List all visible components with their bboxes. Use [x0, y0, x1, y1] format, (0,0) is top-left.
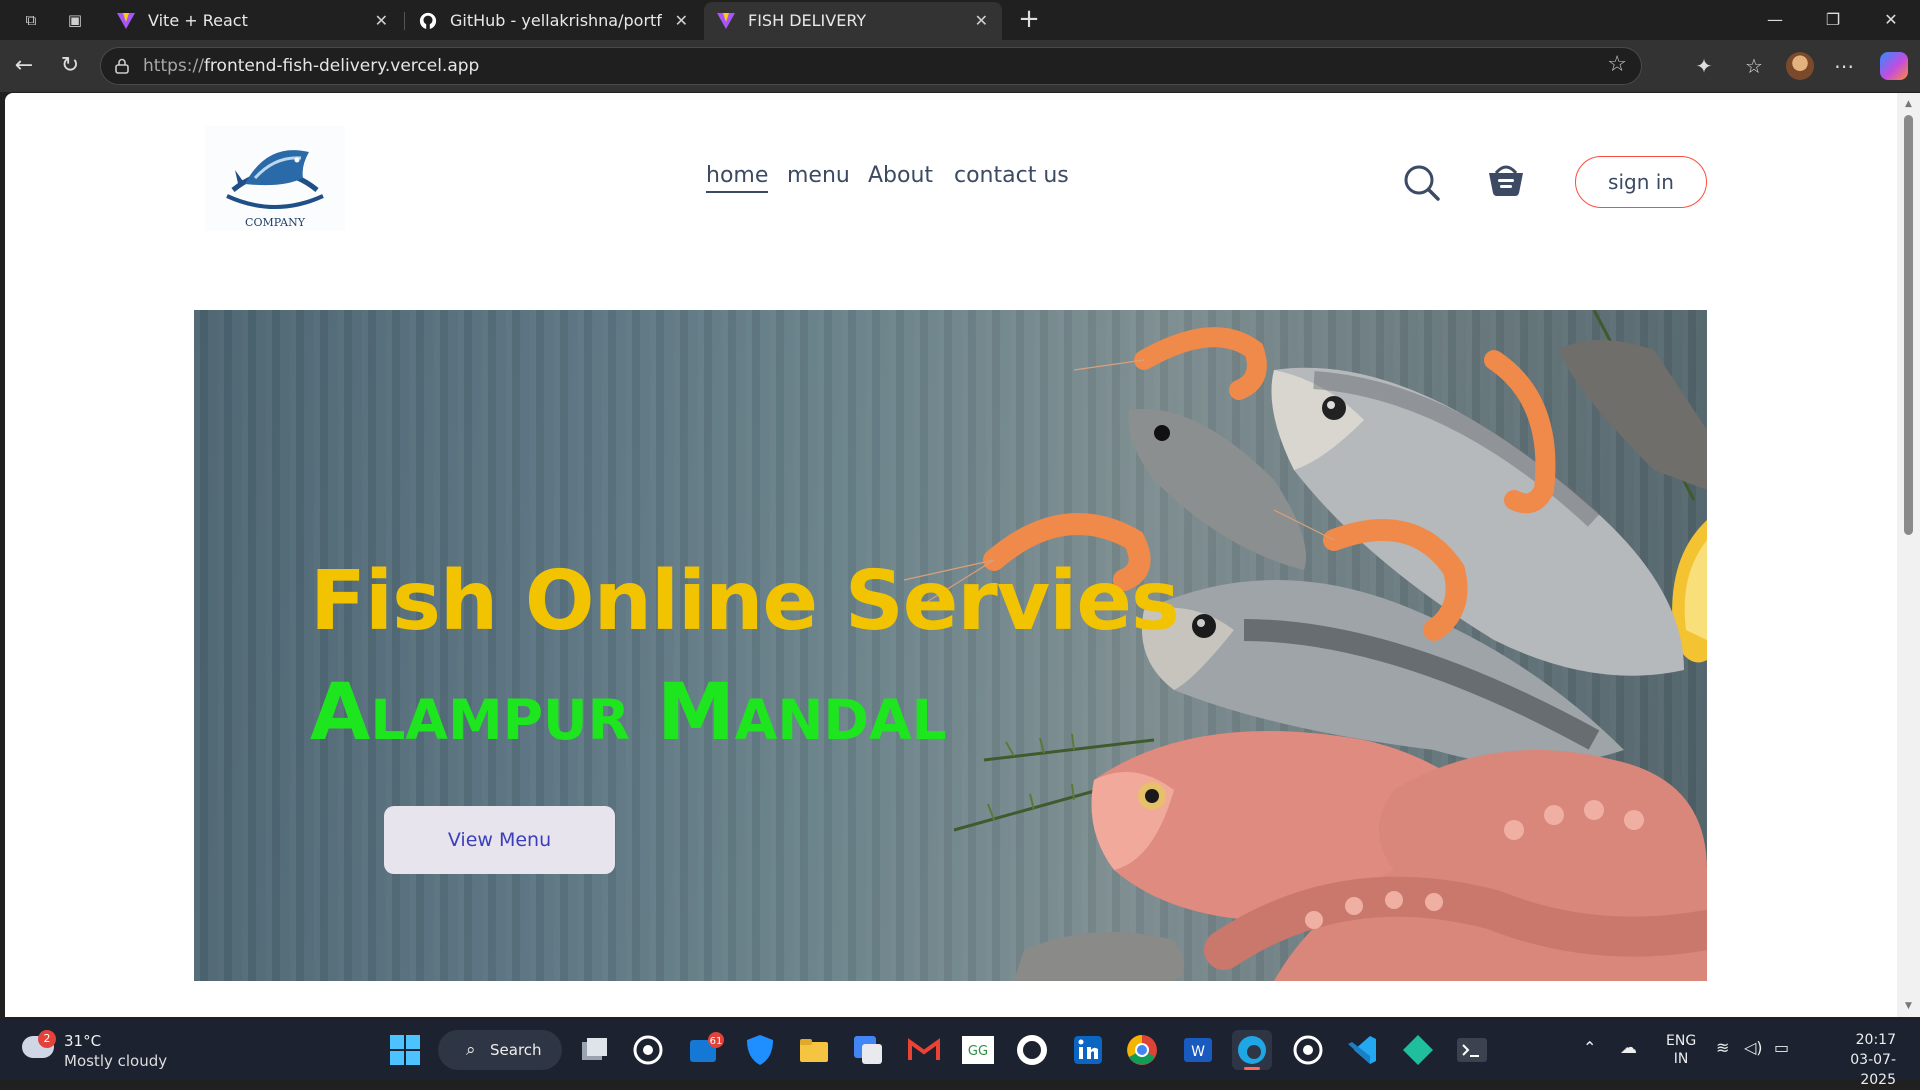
- url-host: frontend-fish-delivery.vercel.app: [203, 56, 480, 76]
- search-icon[interactable]: [1402, 163, 1442, 203]
- nxtwave-icon[interactable]: [1012, 1030, 1052, 1070]
- security-shield-icon[interactable]: [740, 1030, 780, 1070]
- extensions-icon[interactable]: ✦: [1688, 50, 1720, 82]
- battery-icon[interactable]: ▭: [1774, 1038, 1789, 1057]
- minimize-icon[interactable]: —: [1752, 6, 1798, 34]
- tab-github[interactable]: GitHub - yellakrishna/portfolio ✕: [406, 2, 702, 40]
- svg-text:GG: GG: [968, 1044, 988, 1059]
- outlook-mail-icon[interactable]: 61: [684, 1030, 724, 1070]
- vertical-tabs-icon[interactable]: ▣: [60, 8, 90, 32]
- vscode-icon[interactable]: [1342, 1030, 1382, 1070]
- onedrive-icon[interactable]: ☁: [1620, 1038, 1637, 1058]
- company-logo[interactable]: COMPANY: [205, 126, 345, 231]
- tab-label: FISH DELIVERY: [748, 11, 867, 30]
- profile-avatar[interactable]: [1786, 52, 1814, 80]
- tab-label: Vite + React: [148, 11, 248, 30]
- mail-badge: 61: [710, 1036, 723, 1047]
- volume-icon[interactable]: ◁): [1744, 1038, 1763, 1057]
- hero-banner: Fish Online Servies Alampur Mandal View …: [194, 310, 1707, 981]
- wifi-icon[interactable]: ≋: [1716, 1038, 1729, 1057]
- address-toolbar: ← ↻ https://frontend-fish-delivery.verce…: [0, 40, 1920, 92]
- view-menu-button[interactable]: View Menu: [384, 806, 615, 874]
- sign-in-button[interactable]: sign in: [1575, 156, 1707, 208]
- search-icon: ⌕: [466, 1040, 476, 1060]
- weather-badge: 2: [38, 1030, 56, 1048]
- lock-icon: [115, 58, 129, 74]
- address-input[interactable]: https://frontend-fish-delivery.vercel.ap…: [100, 47, 1642, 85]
- weather-condition: Mostly cloudy: [64, 1052, 168, 1070]
- nav-contact-us[interactable]: contact us: [954, 163, 1069, 188]
- nav-home[interactable]: home: [706, 163, 769, 193]
- close-tab-icon[interactable]: ✕: [975, 2, 988, 40]
- tab-fish-delivery[interactable]: FISH DELIVERY ✕: [704, 2, 1002, 40]
- taskbar-search-label: Search: [490, 1041, 542, 1059]
- workspaces-icon[interactable]: ⧉: [16, 8, 46, 32]
- terminal-icon[interactable]: [1452, 1030, 1492, 1070]
- refresh-icon[interactable]: ↻: [52, 48, 88, 84]
- github-favicon-icon: [419, 12, 437, 30]
- clock-date: 03-07-2025: [1850, 1052, 1896, 1088]
- favorites-icon[interactable]: ☆: [1738, 50, 1770, 82]
- weather-temp: 31°C: [64, 1032, 102, 1050]
- copilot-icon[interactable]: [1880, 52, 1908, 80]
- linkedin-icon[interactable]: [1068, 1030, 1108, 1070]
- taskbar: 2 31°C Mostly cloudy ⌕ Search 61 GG W ⌃ …: [0, 1020, 1920, 1088]
- close-window-icon[interactable]: ✕: [1868, 6, 1914, 34]
- page-viewport: COMPANY home menu About contact us sign …: [5, 93, 1897, 1017]
- google-translate-icon[interactable]: [848, 1030, 888, 1070]
- task-view-icon[interactable]: [574, 1030, 614, 1070]
- geeksforgeeks-icon[interactable]: GG: [958, 1030, 998, 1070]
- more-options-icon[interactable]: ⋯: [1828, 50, 1860, 82]
- scroll-thumb[interactable]: [1904, 115, 1913, 535]
- favorite-star-icon[interactable]: ☆: [1607, 52, 1627, 77]
- page-scrollbar[interactable]: ▲ ▼: [1897, 93, 1920, 1017]
- lang-top: ENG: [1666, 1033, 1697, 1049]
- weather-widget[interactable]: 2 31°C Mostly cloudy: [22, 1028, 192, 1072]
- file-explorer-icon[interactable]: [794, 1030, 834, 1070]
- system-clock[interactable]: 20:17 03-07-2025: [1816, 1030, 1896, 1090]
- nav-about[interactable]: About: [868, 163, 933, 188]
- tab-label: GitHub - yellakrishna/portfolio: [450, 11, 662, 30]
- close-tab-icon[interactable]: ✕: [375, 2, 388, 40]
- language-indicator[interactable]: ENG IN: [1666, 1032, 1696, 1068]
- lang-bottom: IN: [1673, 1051, 1689, 1067]
- clock-time: 20:17: [1855, 1032, 1896, 1048]
- windows-start-icon[interactable]: [385, 1030, 425, 1070]
- word-icon[interactable]: W: [1178, 1030, 1218, 1070]
- restore-icon[interactable]: ❐: [1810, 6, 1856, 34]
- basket-icon[interactable]: [1486, 159, 1526, 199]
- edge-icon[interactable]: [1232, 1030, 1272, 1070]
- url-protocol: https://: [143, 56, 204, 76]
- chatgpt-app-icon[interactable]: [1288, 1030, 1328, 1070]
- tab-vite-react[interactable]: Vite + React ✕: [104, 2, 402, 40]
- hero-subtitle: Alampur Mandal: [310, 668, 947, 758]
- logo-text: COMPANY: [245, 216, 306, 229]
- svg-text:W: W: [1191, 1044, 1205, 1060]
- scroll-down-icon[interactable]: ▼: [1903, 1001, 1914, 1011]
- gmail-icon[interactable]: [904, 1030, 944, 1070]
- chatgpt-icon[interactable]: [628, 1030, 668, 1070]
- new-tab-button[interactable]: +: [1012, 4, 1046, 36]
- vite-favicon-icon: [717, 13, 735, 29]
- diamond-app-icon[interactable]: [1398, 1030, 1438, 1070]
- back-icon[interactable]: ←: [6, 48, 42, 84]
- chrome-icon[interactable]: [1122, 1030, 1162, 1070]
- tab-divider: [404, 12, 405, 30]
- nav-menu[interactable]: menu: [787, 163, 850, 188]
- url-text: https://frontend-fish-delivery.vercel.ap…: [143, 48, 479, 84]
- hero-title: Fish Online Servies: [310, 554, 1180, 649]
- scroll-up-icon[interactable]: ▲: [1903, 99, 1914, 109]
- show-hidden-icons[interactable]: ⌃: [1583, 1038, 1596, 1057]
- tab-strip: ⧉ ▣ Vite + React ✕ GitHub - yellakrishna…: [0, 0, 1920, 40]
- taskbar-search-button[interactable]: ⌕ Search: [438, 1030, 562, 1070]
- vite-favicon-icon: [117, 13, 135, 29]
- close-tab-icon[interactable]: ✕: [675, 2, 688, 40]
